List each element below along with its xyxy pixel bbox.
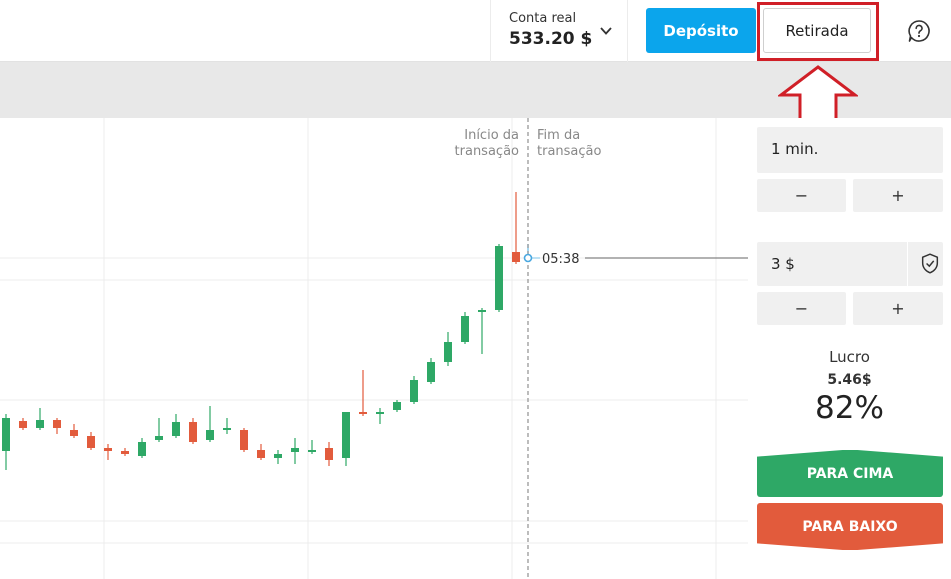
amount-increase-button[interactable]: + [853, 292, 943, 325]
time-readout: 05:38 [542, 252, 579, 267]
candle-body [2, 418, 10, 451]
account-selector[interactable]: Conta real 533.20 $ [490, 0, 628, 62]
price-chart[interactable]: 05:38 Início da transação Fim da transaç… [0, 118, 748, 579]
candle-body [495, 246, 503, 310]
deposit-button[interactable]: Depósito [646, 8, 756, 53]
trading-screen: Conta real 533.20 $ Depósito Retirada 05… [0, 0, 951, 579]
candle-body [478, 310, 486, 312]
trade-panel: 1 min. − + 3 $ − + Lucro 5.46$ 82% PARA … [748, 118, 951, 579]
trade-start-label-line2: transação [455, 144, 520, 159]
profit-percent: 82% [815, 390, 884, 426]
duration-field[interactable]: 1 min. [757, 127, 943, 173]
profit-amount: 5.46$ [827, 372, 872, 388]
profit-label: Lucro [829, 348, 870, 366]
amount-value: 3 $ [771, 255, 795, 273]
trade-end-label-line2: transação [537, 144, 602, 159]
candle-body [291, 448, 299, 452]
candle-body [410, 380, 418, 402]
duration-value: 1 min. [771, 140, 819, 158]
amount-decrease-button[interactable]: − [757, 292, 846, 325]
help-icon[interactable] [907, 19, 931, 43]
candle-body [240, 430, 248, 450]
candle-body [189, 422, 197, 442]
arrow-annotation-overlay-icon [778, 65, 858, 125]
candle-body [376, 412, 384, 414]
candle-body [393, 402, 401, 410]
candle-body [461, 316, 469, 342]
candle-body [512, 252, 520, 262]
candle-body [19, 421, 27, 428]
shield-icon[interactable] [907, 242, 951, 286]
trade-end-label-line1: Fim da [537, 128, 580, 143]
candle-body [359, 412, 367, 414]
up-button[interactable]: PARA CIMA [757, 450, 943, 497]
candle-body [257, 450, 265, 458]
duration-decrease-button[interactable]: − [757, 179, 846, 212]
withdraw-button[interactable]: Retirada [763, 8, 871, 53]
candle-body [342, 412, 350, 458]
account-type-label: Conta real [509, 11, 577, 26]
candle-body [172, 422, 180, 436]
candle-body [104, 448, 112, 451]
candle-body [206, 430, 214, 440]
trade-start-label-line1: Início da [464, 128, 519, 143]
amount-field[interactable]: 3 $ [757, 242, 943, 286]
candle-body [223, 428, 231, 430]
account-balance: 533.20 $ [509, 29, 593, 49]
candlestick-series [2, 192, 529, 470]
duration-increase-button[interactable]: + [853, 179, 943, 212]
current-price-marker [523, 253, 533, 263]
top-bar: Conta real 533.20 $ Depósito Retirada [0, 0, 951, 62]
candle-body [308, 450, 316, 452]
candle-body [155, 436, 163, 440]
candle-body [70, 430, 78, 436]
candle-body [87, 436, 95, 448]
candle-body [138, 442, 146, 456]
candle-body [444, 342, 452, 362]
candle-body [427, 362, 435, 382]
candle-body [53, 420, 61, 428]
chevron-down-icon [600, 27, 612, 35]
candle-body [121, 451, 129, 454]
chart-grid [0, 118, 748, 579]
down-button[interactable]: PARA BAIXO [757, 503, 943, 550]
candle-body [274, 454, 282, 458]
candle-body [325, 448, 333, 460]
candle-body [36, 420, 44, 428]
